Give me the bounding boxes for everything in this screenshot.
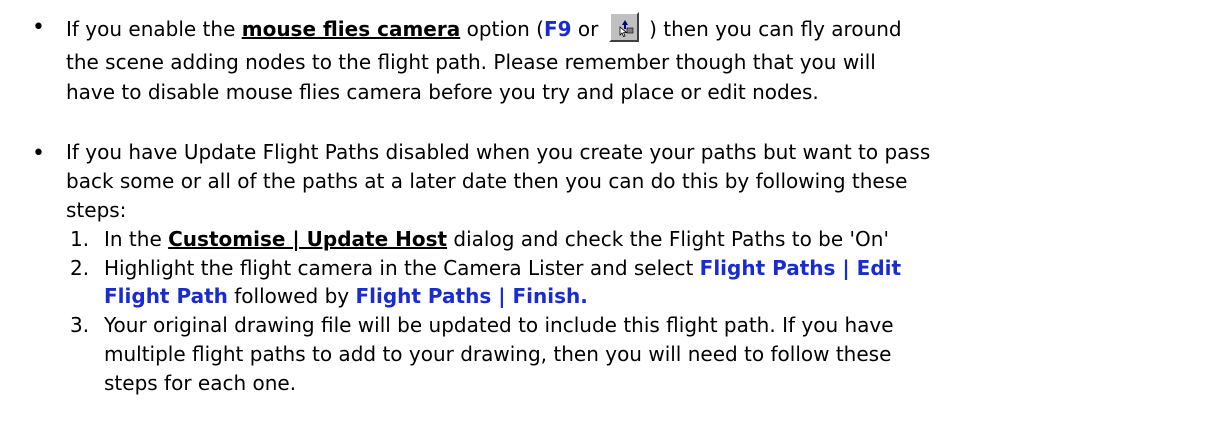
mouse-camera-icon[interactable] (608, 12, 639, 42)
step-number: 3. (70, 313, 90, 337)
bullet2-line3: steps: (66, 198, 127, 222)
step-3-line1: Your original drawing file will be updat… (104, 313, 894, 337)
f9-key-link[interactable]: F9 (544, 17, 572, 41)
bullet1-text-or: or (571, 17, 605, 41)
step-3-line2: multiple flight paths to add to your dra… (104, 342, 892, 366)
step-2-line2: Flight Path followed by Flight Paths | F… (104, 282, 588, 310)
step-2-text-mid: followed by (227, 284, 356, 308)
step-1-line: In the Customise | Update Host dialog an… (104, 225, 889, 253)
step-2-line1: Highlight the flight camera in the Camer… (104, 254, 901, 282)
bullet1-text-mid: option ( (460, 17, 544, 41)
step-number: 1. (70, 227, 90, 251)
bullet2-line1: If you have Update Flight Paths disabled… (66, 140, 931, 164)
step-number: 2. (70, 256, 90, 280)
bullet1-line1: If you enable the mouse flies camera opt… (66, 12, 902, 43)
bullet-icon: • (32, 15, 45, 40)
step-1-text-post: dialog and check the Flight Paths to be … (447, 227, 889, 251)
flight-path-link[interactable]: Flight Path (104, 284, 228, 308)
flight-paths-finish-link[interactable]: Flight Paths | Finish. (355, 284, 587, 308)
bullet1-text-post: ) then you can fly around (642, 17, 902, 41)
step-2-text-pre: Highlight the flight camera in the Camer… (104, 256, 700, 280)
bullet1-line2: the scene adding nodes to the flight pat… (66, 50, 876, 74)
bullet-icon: • (32, 141, 45, 166)
bullet1-line3: have to disable mouse flies camera befor… (66, 80, 819, 104)
mouse-flies-camera-link[interactable]: mouse flies camera (242, 17, 460, 41)
bullet2-line2: back some or all of the paths at a later… (66, 169, 908, 193)
step-3-line3: steps for each one. (104, 371, 297, 395)
customise-update-host-link[interactable]: Customise | Update Host (168, 227, 447, 251)
flight-paths-edit-link[interactable]: Flight Paths | Edit (700, 256, 901, 280)
bullet1-text-pre: If you enable the (66, 17, 242, 41)
step-1-text-pre: In the (104, 227, 169, 251)
